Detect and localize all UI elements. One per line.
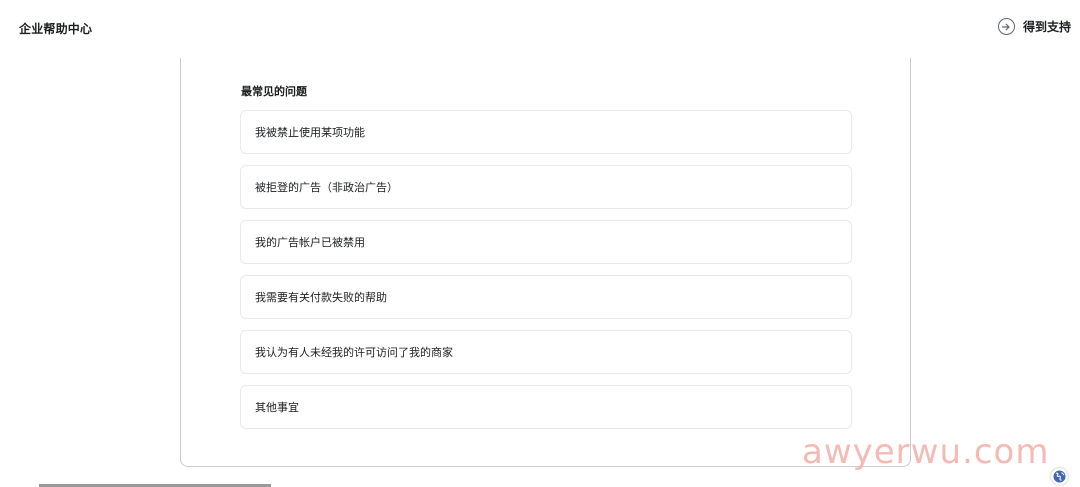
faq-item-ad-account-disabled[interactable]: 我的广告帐户已被禁用 (240, 220, 852, 264)
faq-item-label: 被拒登的广告（非政治广告） (255, 181, 398, 194)
globe-icon[interactable] (1051, 468, 1068, 485)
faq-item-feature-blocked[interactable]: 我被禁止使用某项功能 (240, 110, 852, 154)
faq-item-label: 我需要有关付款失败的帮助 (255, 291, 387, 304)
faq-item-label: 我认为有人未经我的许可访问了我的商家 (255, 346, 453, 359)
faq-item-label: 我的广告帐户已被禁用 (255, 236, 365, 249)
faq-item-unauthorized-access[interactable]: 我认为有人未经我的许可访问了我的商家 (240, 330, 852, 374)
brand-title[interactable]: 企业帮助中心 (19, 20, 92, 37)
faq-list: 我被禁止使用某项功能 被拒登的广告（非政治广告） 我的广告帐户已被禁用 我需要有… (240, 110, 852, 440)
faq-item-other[interactable]: 其他事宜 (240, 385, 852, 429)
get-support-label: 得到支持 (1022, 20, 1071, 34)
clipped-content-fragment (511, 54, 561, 58)
faq-item-label: 其他事宜 (255, 401, 299, 414)
faq-item-payment-failed[interactable]: 我需要有关付款失败的帮助 (240, 275, 852, 319)
top-bar: 企业帮助中心 得到支持 (0, 0, 1080, 58)
faq-item-label: 我被禁止使用某项功能 (255, 126, 365, 139)
arrow-right-circle-icon (997, 18, 1015, 35)
get-support-button[interactable]: 得到支持 (997, 18, 1071, 35)
help-center-page: 企业帮助中心 得到支持 最常见的问题 我被禁止使用某项功能 被拒登的广告（非政治… (0, 0, 1080, 487)
faq-card: 最常见的问题 我被禁止使用某项功能 被拒登的广告（非政治广告） 我的广告帐户已被… (180, 58, 911, 467)
faq-item-ad-rejected[interactable]: 被拒登的广告（非政治广告） (240, 165, 852, 209)
faq-section-title: 最常见的问题 (241, 85, 307, 98)
watermark: awyerwu.com (802, 432, 1050, 472)
